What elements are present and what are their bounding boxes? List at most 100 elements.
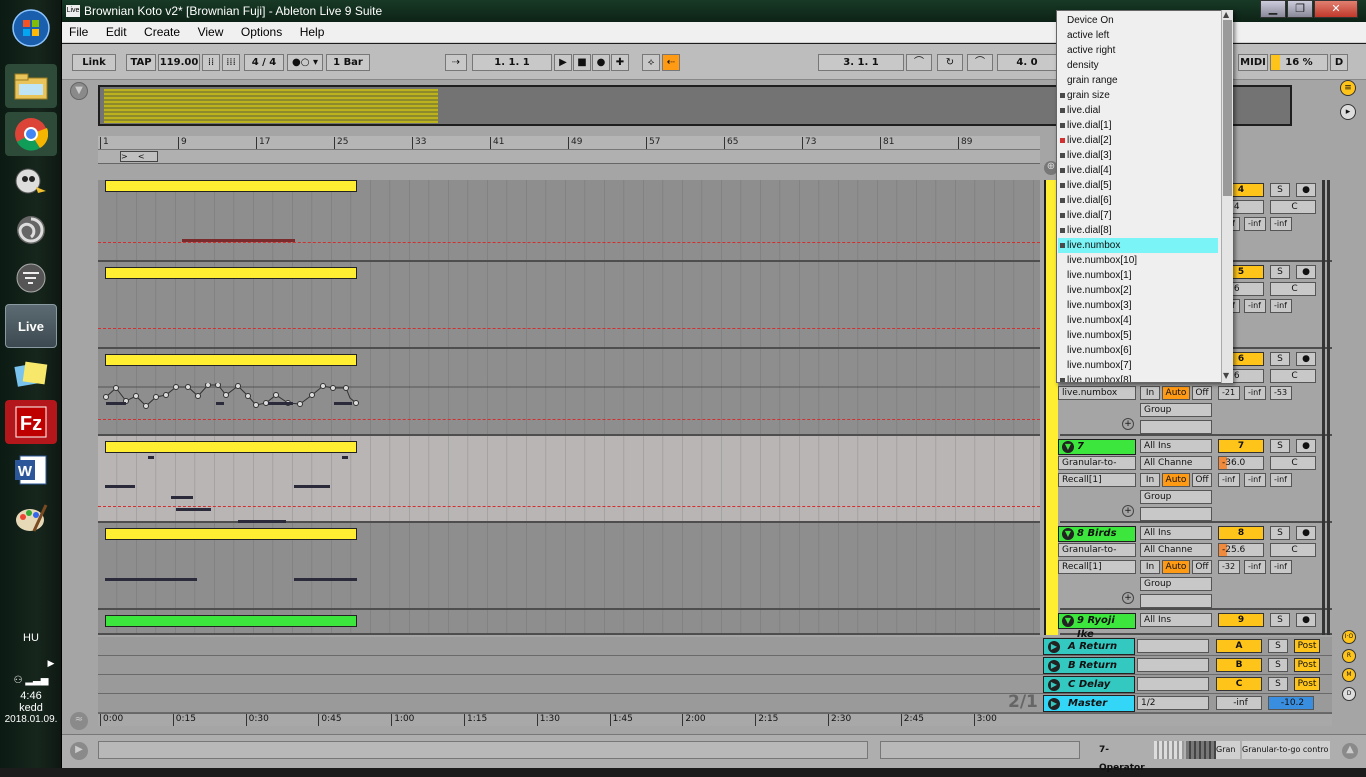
dropdown-option[interactable]: Device On — [1058, 13, 1218, 28]
solo-button[interactable]: S — [1270, 613, 1290, 627]
zoom-toggle-icon[interactable]: ≈ — [70, 712, 88, 730]
selected-device-label[interactable]: 7-Operator — [1096, 741, 1152, 773]
arrangement-track-4[interactable] — [98, 180, 1040, 262]
arm-button[interactable]: ● — [1296, 613, 1316, 627]
play-button[interactable]: ▶ — [554, 54, 572, 71]
clip[interactable] — [105, 180, 357, 192]
arm-button[interactable]: ● — [1296, 265, 1316, 279]
dropdown-option[interactable]: live.dial[4] — [1058, 163, 1218, 178]
dropdown-option[interactable]: grain size — [1058, 88, 1218, 103]
dropdown-option[interactable]: live.numbox[6] — [1058, 343, 1218, 358]
monitor-off-button[interactable]: Off — [1192, 473, 1212, 487]
input-type-select[interactable]: All Ins — [1140, 613, 1212, 627]
metronome-button[interactable]: ●○ ▾ — [287, 54, 323, 71]
paint-icon[interactable] — [5, 496, 57, 540]
pidgin-icon[interactable] — [5, 160, 57, 204]
dropdown-option[interactable]: live.numbox[8] — [1058, 373, 1218, 382]
automation-param-select[interactable]: Recall[1] — [1058, 473, 1136, 487]
dropdown-option[interactable]: live.dial[8] — [1058, 223, 1218, 238]
fold-icon[interactable]: ▶ — [1048, 679, 1060, 691]
arrangement-track-6[interactable] — [98, 349, 1040, 436]
record-button[interactable]: ● — [592, 54, 610, 71]
scroll-up-icon[interactable]: ▲ — [1223, 10, 1229, 19]
tempo-field[interactable]: 119.00 — [158, 54, 200, 71]
return-track-header[interactable]: ▶ Master — [1043, 695, 1135, 712]
song-position-field[interactable]: 1. 1. 1 — [472, 54, 552, 71]
monitor-in-button[interactable]: In — [1140, 560, 1160, 574]
dropdown-option[interactable]: live.numbox — [1058, 238, 1218, 253]
monitor-off-button[interactable]: Off — [1192, 386, 1212, 400]
dropdown-option[interactable]: live.dial — [1058, 103, 1218, 118]
mixer-section-toggle[interactable]: R — [1342, 649, 1356, 663]
input-channel-select[interactable]: Granular-to- — [1058, 543, 1136, 557]
overdub-button[interactable]: ✚ — [611, 54, 629, 71]
return-post-button[interactable]: Post — [1294, 658, 1320, 672]
ableton-live-taskbar-button[interactable]: Live — [5, 304, 57, 348]
monitor-in-button[interactable]: In — [1140, 473, 1160, 487]
volume-field[interactable]: -36.0 — [1218, 456, 1264, 470]
loop-length-field[interactable]: 4. 0 — [997, 54, 1057, 71]
mixer-section-toggle[interactable]: M — [1342, 668, 1356, 682]
output-channel-select[interactable] — [1140, 420, 1212, 434]
maximize-button[interactable]: ❐ — [1287, 0, 1313, 18]
track-name-header[interactable]: ▼ 8 Birds — [1058, 526, 1136, 542]
scroll-thumb[interactable] — [1223, 20, 1232, 196]
overview-menu-icon[interactable]: ≡ — [1340, 80, 1356, 96]
show-info-icon[interactable]: ▶ — [70, 742, 88, 760]
mixer-section-toggle[interactable]: I·O — [1342, 630, 1356, 644]
return-track-header[interactable]: ▶ C Delay — [1043, 676, 1135, 693]
arrangement-track-5[interactable] — [98, 262, 1040, 349]
scroll-down-icon[interactable]: ▼ — [1223, 371, 1229, 380]
arrangement-track-8[interactable] — [98, 523, 1040, 610]
input-channel-select[interactable]: Granular-to- — [1058, 456, 1136, 470]
automation-param-select[interactable]: Recall[1] — [1058, 560, 1136, 574]
return-track-header[interactable]: ▶ B Return — [1043, 657, 1135, 674]
dropdown-option[interactable]: live.dial[3] — [1058, 148, 1218, 163]
dropdown-option[interactable]: live.numbox[3] — [1058, 298, 1218, 313]
loop-switch-button[interactable]: ↻ — [937, 54, 963, 71]
device-thumbnail[interactable] — [1154, 741, 1184, 759]
output-type-select[interactable]: Group — [1140, 403, 1212, 417]
master-volume-field[interactable]: -inf — [1216, 696, 1262, 710]
output-channel-select[interactable] — [1140, 594, 1212, 608]
return-solo-button[interactable]: S — [1268, 639, 1288, 653]
return-activator[interactable]: B — [1216, 658, 1262, 672]
pan-field[interactable]: C — [1270, 200, 1316, 214]
sticky-notes-icon[interactable] — [5, 352, 57, 396]
dropdown-option[interactable]: live.numbox[2] — [1058, 283, 1218, 298]
link-button[interactable]: Link — [72, 54, 116, 71]
punch-in-button[interactable]: ⌒ — [906, 54, 932, 71]
automation-parameter-dropdown[interactable]: Device On active left active right density g… — [1056, 10, 1233, 383]
arrangement-track-7[interactable] — [98, 436, 1040, 523]
nudge-up-button[interactable]: ⁞⁞⁞ — [222, 54, 240, 71]
automation-param-select[interactable]: live.numbox — [1058, 386, 1136, 400]
track-name-header[interactable]: ▼7 Operator — [1058, 439, 1136, 466]
dropdown-option[interactable]: live.numbox[4] — [1058, 313, 1218, 328]
fold-icon[interactable]: ▶ — [1048, 641, 1060, 653]
dropdown-option[interactable]: live.dial[7] — [1058, 208, 1218, 223]
overview-toggle-icon[interactable]: ▸ — [1340, 104, 1356, 120]
add-device-icon[interactable]: + — [1122, 592, 1134, 604]
return-activator[interactable]: C — [1216, 677, 1262, 691]
dropdown-option[interactable]: grain range — [1058, 73, 1218, 88]
menu-create[interactable]: Create — [137, 22, 187, 42]
dropdown-scrollbar[interactable]: ▲ ▼ — [1221, 10, 1233, 383]
time-signature-field[interactable]: 4 / 4 — [244, 54, 284, 71]
dropdown-option[interactable]: live.dial[5] — [1058, 178, 1218, 193]
return-solo-button[interactable]: S — [1268, 677, 1288, 691]
beat-time-ruler[interactable]: 1 9 17 25 33 41 49 57 65 73 81 89 — [98, 136, 1040, 150]
device-chain-item[interactable]: Gran — [1216, 741, 1240, 759]
dropdown-option[interactable]: live.numbox[5] — [1058, 328, 1218, 343]
pan-field[interactable]: C — [1270, 456, 1316, 470]
menu-help[interactable]: Help — [293, 22, 332, 42]
pan-field[interactable]: C — [1270, 543, 1316, 557]
device-thumbnail[interactable] — [1186, 741, 1216, 759]
solo-button[interactable]: S — [1270, 352, 1290, 366]
follow-button[interactable]: ⇢ — [445, 54, 467, 71]
output-type-select[interactable]: Group — [1140, 490, 1212, 504]
output-channel-select[interactable] — [1140, 507, 1212, 521]
automation-envelope[interactable] — [98, 383, 1040, 417]
return-post-button[interactable]: Post — [1294, 677, 1320, 691]
minimize-button[interactable]: ▁ — [1260, 0, 1286, 18]
master-output-select[interactable]: 1/2 — [1137, 696, 1209, 710]
